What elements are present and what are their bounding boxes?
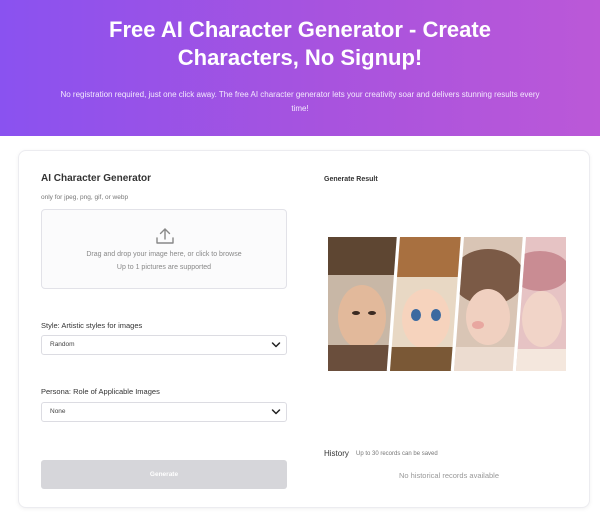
portrait-panel-realistic (328, 237, 398, 371)
hero-banner: Free AI Character Generator - Create Cha… (0, 0, 600, 136)
chevron-down-icon (271, 342, 281, 348)
persona-select[interactable]: None (41, 402, 287, 422)
persona-select-value: None (50, 408, 66, 415)
page-title: Free AI Character Generator - Create Cha… (109, 17, 491, 70)
upload-instructions: Drag and drop your image here, or click … (86, 251, 242, 258)
chevron-down-icon (271, 409, 281, 415)
style-label: Style: Artistic styles for images (41, 321, 143, 330)
style-select[interactable]: Random (41, 335, 287, 355)
persona-label: Persona: Role of Applicable Images (41, 387, 160, 396)
upload-icon (156, 228, 174, 244)
result-sample-image (328, 237, 566, 371)
generator-title: AI Character Generator (41, 173, 152, 184)
history-title: History (324, 449, 349, 458)
history-empty-state: No historical records available (398, 471, 500, 480)
upload-limit: Up to 1 pictures are supported (116, 264, 212, 271)
result-title: Generate Result (324, 176, 378, 183)
history-limit-note: Up to 30 records can be saved (356, 451, 438, 457)
page-subtitle: No registration required, just one click… (60, 90, 540, 113)
upload-dropzone[interactable]: Drag and drop your image here, or click … (41, 209, 287, 289)
generator-panel: AI Character Generator only for jpeg, pn… (18, 150, 590, 508)
generate-button[interactable]: Generate (41, 460, 287, 489)
style-select-value: Random (50, 341, 75, 348)
file-type-hint: only for jpeg, png, gif, or webp (41, 194, 129, 201)
